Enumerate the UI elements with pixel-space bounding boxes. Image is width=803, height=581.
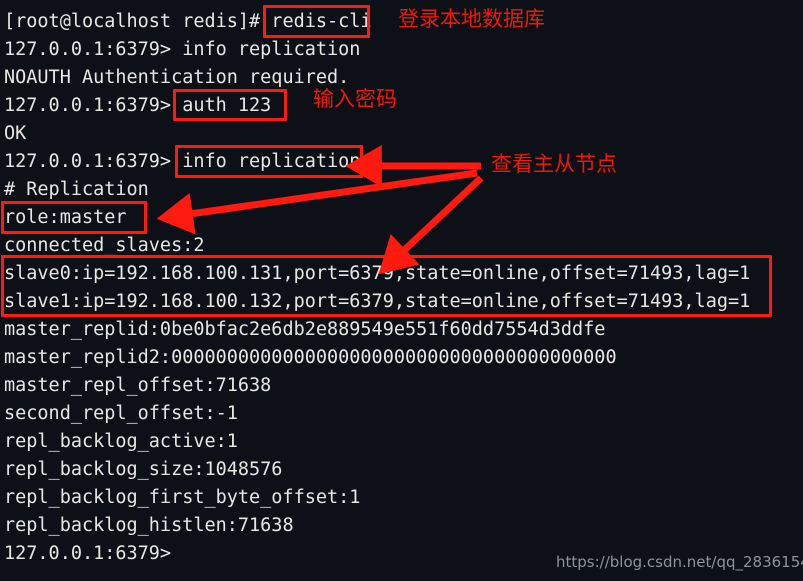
annotation-label-view-master-slave: 查看主从节点 [491,152,617,176]
terminal-line: connected_slaves:2 [4,235,205,256]
terminal-line: slave0:ip=192.168.100.131,port=6379,stat… [4,263,751,284]
terminal-line: # Replication [4,179,149,200]
terminal-line: repl_backlog_first_byte_offset:1 [4,487,361,508]
terminal-line: master_replid2:0000000000000000000000000… [4,347,617,368]
terminal-line: [root@localhost redis]# redis-cli [4,11,372,32]
terminal-line: slave1:ip=192.168.100.132,port=6379,stat… [4,291,751,312]
annotation-label-enter-password: 输入密码 [313,87,397,111]
terminal-line: master_replid:0be0bfac2e6db2e889549e551f… [4,319,606,340]
terminal-line: 127.0.0.1:6379> [4,543,172,564]
terminal-line: 127.0.0.1:6379> info replication [4,151,361,172]
terminal-screenshot: [root@localhost redis]# redis-cli 127.0.0… [0,0,803,581]
terminal-line: second_repl_offset:-1 [4,403,238,424]
terminal-line: repl_backlog_histlen:71638 [4,515,294,536]
arrow-to-slaves-block [378,175,484,275]
terminal-line: OK [4,123,27,144]
terminal-line: repl_backlog_size:1048576 [4,459,283,480]
arrow-to-role-master [156,169,478,235]
watermark: https://blog.csdn.net/qq_28361541 [556,553,803,571]
terminal-line: repl_backlog_active:1 [4,431,238,452]
terminal-line: master_repl_offset:71638 [4,375,272,396]
terminal-line: 127.0.0.1:6379> auth 123 [4,95,272,116]
terminal-line: 127.0.0.1:6379> info replication [4,39,361,60]
annotation-label-login-local-db: 登录本地数据库 [398,7,545,31]
terminal-line: role:master [4,207,127,228]
terminal-line: NOAUTH Authentication required. [4,67,350,88]
